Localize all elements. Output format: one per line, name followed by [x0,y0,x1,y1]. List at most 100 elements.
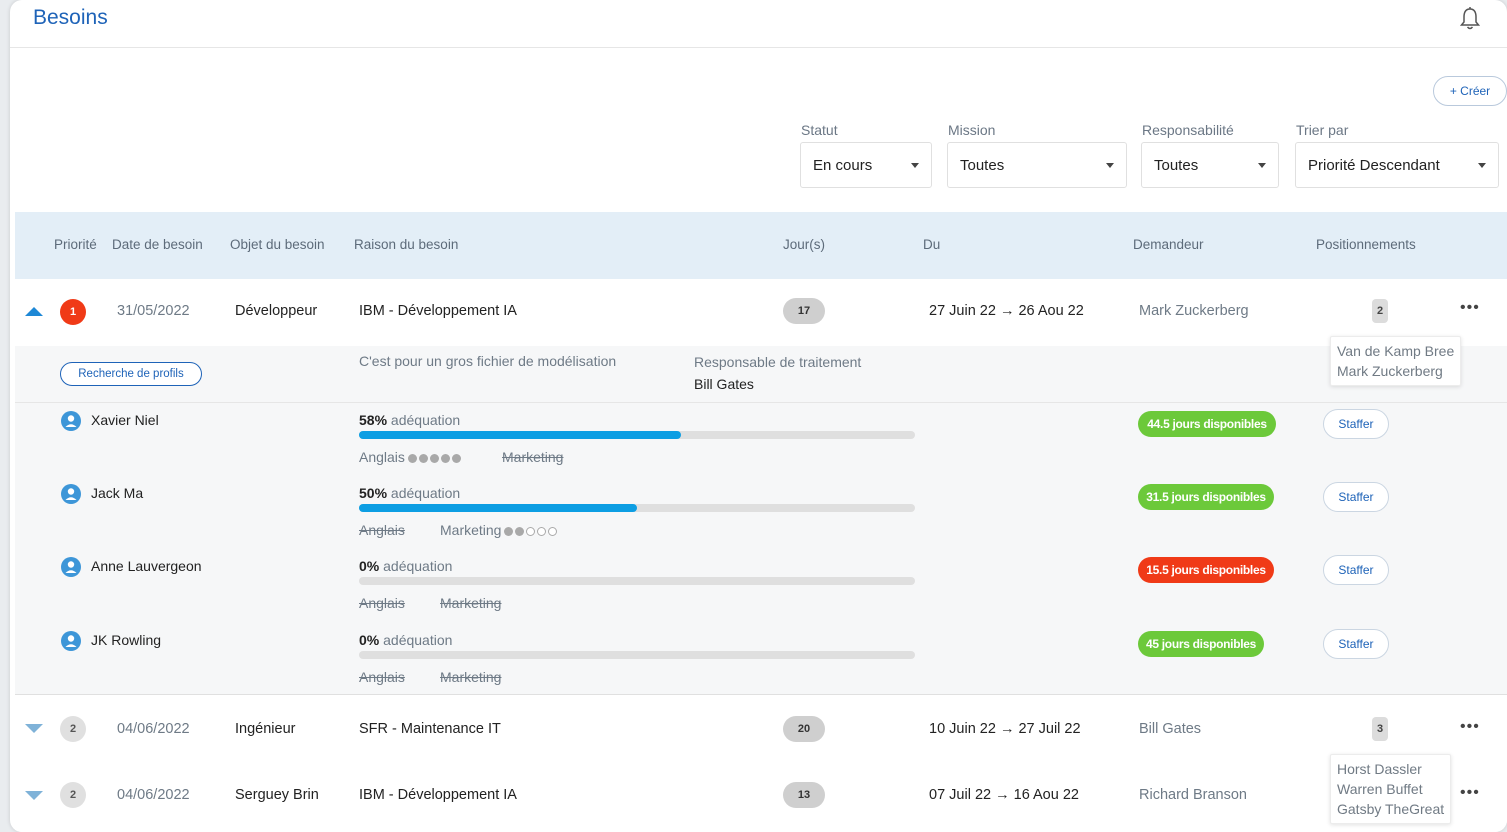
need-reason: IBM - Développement IA [359,303,517,319]
filter-label: Mission [948,122,996,138]
mission-select[interactable]: Toutes [947,142,1127,188]
bell-icon[interactable] [1459,6,1481,32]
skill-anglais: Anglais [359,449,463,466]
need-description: C'est pour un gros fichier de modélisati… [359,353,617,369]
user-avatar-icon [61,557,81,577]
caret-down-icon [1258,163,1266,168]
adequation-percent: 58% [359,412,388,428]
availability-badge: 44.5 jours disponibles [1138,411,1276,437]
table-row[interactable]: 2 04/06/2022 Ingénieur SFR - Maintenance… [15,696,1507,760]
adequation-bar [359,431,915,439]
candidate-name[interactable]: Jack Ma [91,485,143,501]
skill-marketing: Marketing [440,669,501,685]
responsabilite-select[interactable]: Toutes [1141,142,1279,188]
user-avatar-icon [61,411,81,431]
skill-anglais: Anglais [359,669,405,685]
need-date: 04/06/2022 [117,787,190,803]
col-positions[interactable]: Positionnements [1316,237,1416,252]
adequation-percent: 0% [359,558,380,574]
skill-name: Marketing [440,669,502,685]
availability-badge: 15.5 jours disponibles [1138,557,1274,583]
need-object: Ingénieur [235,721,296,737]
filter-mission: Mission Toutes [947,122,1127,188]
table-row[interactable]: 2 04/06/2022 Serguey Brin IBM - Développ… [15,760,1507,832]
create-button[interactable]: + Créer [1433,76,1507,106]
staffer-button[interactable]: Staffer [1323,482,1389,512]
adequation-word: adéquation [383,632,453,648]
positioned-name: Warren Buffet [1337,781,1423,797]
positions-count[interactable]: 2 [1372,299,1388,323]
skill-name: Marketing [440,522,502,538]
candidate-name[interactable]: JK Rowling [91,632,161,648]
need-period: 07 Juil 22 → 16 Aou 22 [929,787,1079,803]
page-title: Besoins [33,6,108,29]
skill-name: Anglais [359,449,405,465]
need-reason: IBM - Développement IA [359,787,517,803]
select-value: Priorité Descendant [1308,156,1440,174]
adequation-word: adéquation [383,558,453,574]
candidate-row: Jack Ma 50% adéquation Anglais Marketing… [15,476,1507,548]
processing-label: Responsable de traitement [694,354,862,370]
caret-down-icon [911,163,919,168]
positions-popover: Van de Kamp Bree Mark Zuckerberg [1330,336,1462,386]
positions-count[interactable]: 3 [1372,717,1388,741]
positioned-name: Mark Zuckerberg [1337,363,1443,379]
adequation-text: 0% adéquation [359,558,452,574]
table-row[interactable]: 1 31/05/2022 Développeur IBM - Développe… [15,279,1507,346]
candidate-row: JK Rowling 0% adéquation Anglais Marketi… [15,623,1507,695]
days-badge: 20 [783,716,825,742]
statut-select[interactable]: En cours [800,142,932,188]
col-date[interactable]: Date de besoin [112,237,203,252]
adequation-bar [359,577,915,585]
skill-name: Anglais [359,669,405,685]
select-value: En cours [813,156,873,174]
days-badge: 13 [783,782,825,808]
expand-triangle-icon[interactable] [25,724,43,733]
skill-name: Anglais [359,595,405,611]
staffer-button[interactable]: Staffer [1323,555,1389,585]
adequation-bar-fill [359,431,682,439]
more-dots-icon[interactable]: ••• [1460,718,1480,736]
table-header: Priorité Date de besoin Objet du besoin … [15,212,1507,279]
filter-trier-par: Trier par Priorité Descendant [1295,122,1499,188]
need-period: 27 Juin 22 → 26 Aou 22 [929,303,1084,319]
row-detail-panel: Recherche de profils C'est pour un gros … [15,346,1507,695]
candidate-name[interactable]: Xavier Niel [91,412,159,428]
positioned-name: Gatsby TheGreat [1337,801,1445,817]
skill-anglais: Anglais [359,595,405,611]
col-period[interactable]: Du [923,237,940,252]
more-dots-icon[interactable]: ••• [1460,784,1480,802]
filter-label: Statut [801,122,838,138]
skill-marketing: Marketing [502,449,563,465]
search-profiles-button[interactable]: Recherche de profils [60,362,202,386]
select-value: Toutes [960,156,1005,174]
staffer-button[interactable]: Staffer [1323,629,1389,659]
candidate-row: Anne Lauvergeon 0% adéquation Anglais Ma… [15,549,1507,621]
expand-triangle-icon[interactable] [25,791,43,800]
days-badge: 17 [783,298,825,324]
priority-badge: 1 [60,299,86,325]
priority-badge: 2 [60,716,86,742]
sort-select[interactable]: Priorité Descendant [1295,142,1499,188]
positioned-name: Horst Dassler [1337,761,1422,777]
adequation-bar [359,504,915,512]
col-reason[interactable]: Raison du besoin [354,237,458,252]
collapse-triangle-icon[interactable] [25,307,43,316]
processing-value: Bill Gates [694,376,754,392]
adequation-text: 50% adéquation [359,485,460,501]
more-dots-icon[interactable]: ••• [1460,299,1480,317]
positions-popover: Horst Dassler Warren Buffet Gatsby TheGr… [1330,754,1452,824]
user-avatar-icon [61,484,81,504]
need-reason: SFR - Maintenance IT [359,721,501,737]
need-period: 10 Juin 22 → 27 Juil 22 [929,721,1081,737]
adequation-percent: 50% [359,485,388,501]
col-days[interactable]: Jour(s) [783,237,825,252]
availability-badge: 45 jours disponibles [1138,631,1264,657]
col-object[interactable]: Objet du besoin [230,237,325,252]
staffer-button[interactable]: Staffer [1323,409,1389,439]
adequation-text: 0% adéquation [359,632,452,648]
skill-level-dots [504,523,559,539]
col-requester[interactable]: Demandeur [1133,237,1204,252]
col-priority[interactable]: Priorité [54,237,97,252]
candidate-name[interactable]: Anne Lauvergeon [91,558,202,574]
